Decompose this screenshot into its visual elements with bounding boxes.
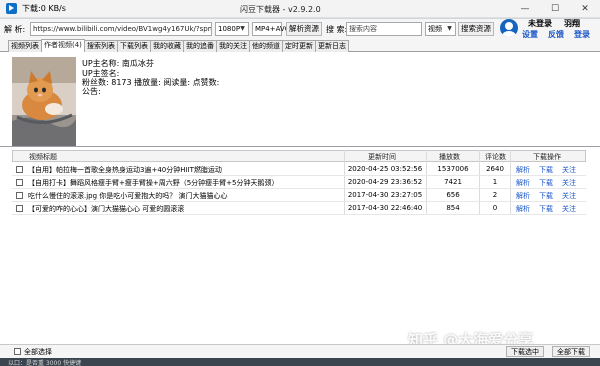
follow-link[interactable]: 关注	[562, 191, 576, 201]
select-all-checkbox[interactable]	[14, 348, 21, 355]
search-label: 搜 索:	[326, 25, 348, 34]
table-row[interactable]: 吃什么慢住的滚滚.jpg 你是吃小可爱抱大的吗？ 演门大猫猫心心 2017-04…	[12, 189, 586, 202]
tab-download-list[interactable]: 下载列表	[117, 40, 151, 52]
parse-link[interactable]: 解析	[516, 191, 530, 201]
col-title[interactable]: 视频标题	[29, 152, 57, 162]
search-input[interactable]: 搜索内容	[346, 22, 422, 36]
select-all-label[interactable]: 全部选择	[24, 347, 52, 357]
col-comments[interactable]: 评论数	[485, 152, 506, 162]
video-plays: 1537006	[437, 165, 469, 173]
table-row[interactable]: 【自用打卡】舞蹈风格瘦手臂+瘦手臂操+周六野（5分钟瘦手臂+5分钟天鹅颈） 20…	[12, 176, 586, 189]
parse-link[interactable]: 解析	[516, 204, 530, 214]
quality-select[interactable]: 1080P ▼	[215, 22, 249, 36]
minimize-button[interactable]: —	[510, 0, 540, 18]
search-type-value: 视频	[428, 25, 442, 33]
download-selected-button[interactable]: 下载选中	[506, 346, 544, 357]
video-comments: 0	[492, 204, 498, 212]
video-title: 吃什么慢住的滚滚.jpg 你是吃小可爱抱大的吗？ 演门大猫猫心心	[28, 192, 228, 200]
taskbar-text: 以口：是否重 3000 快捷键	[8, 360, 82, 366]
author-info-panel: UP主名称: 南瓜冰芬 UP主签名: 粉丝数: 8173 播放量: 阅读量: 点…	[0, 52, 600, 146]
follow-link[interactable]: 关注	[562, 204, 576, 214]
parse-label: 解 析:	[4, 25, 26, 34]
parse-link[interactable]: 解析	[516, 165, 530, 175]
parse-button[interactable]: 解析资源	[286, 22, 322, 36]
search-type-select[interactable]: 视频 ▼	[425, 22, 456, 36]
tab-changelog[interactable]: 更新日志	[315, 40, 349, 52]
user-panel: 未登录 羽翔 设置 反馈 登录	[500, 17, 600, 41]
video-comments: 2	[492, 191, 498, 199]
video-plays: 656	[446, 191, 460, 199]
download-link[interactable]: 下载	[539, 165, 553, 175]
video-date: 2020-04-29 23:36:52	[347, 178, 423, 186]
col-download-ops[interactable]: 下载操作	[533, 152, 561, 162]
taskbar: 以口：是否重 3000 快捷键	[0, 358, 600, 366]
table-header: 视频标题 更新时间 播放数 评论数 下载操作	[12, 150, 586, 162]
video-date: 2020-04-25 03:52:56	[347, 165, 423, 173]
video-title: 【自用】帕拉梅一首歌全身热身运动3遍+40分钟HIIT燃脂运动	[28, 166, 222, 174]
col-plays[interactable]: 播放数	[439, 152, 460, 162]
user-name: 羽翔	[564, 19, 580, 28]
video-date: 2017-04-30 23:27:05	[347, 191, 423, 199]
follow-link[interactable]: 关注	[562, 165, 576, 175]
follow-link[interactable]: 关注	[562, 178, 576, 188]
chevron-down-icon: ▼	[447, 25, 452, 32]
tab-my-follows[interactable]: 我的关注	[216, 40, 250, 52]
app-logo-icon	[6, 3, 17, 14]
video-table-area: 视频标题 更新时间 播放数 评论数 下载操作 【自用】帕拉梅一首歌全身热身运动3…	[0, 146, 600, 346]
video-plays: 854	[446, 204, 460, 212]
up-stats: 粉丝数: 8173 播放量: 阅读量: 点赞数:	[82, 78, 220, 87]
tab-favorites[interactable]: 我的收藏	[150, 40, 184, 52]
tab-their-channels[interactable]: 他的频道	[249, 40, 283, 52]
quality-value: 1080P	[218, 25, 241, 33]
download-all-button[interactable]: 全部下载	[552, 346, 590, 357]
download-link[interactable]: 下载	[539, 178, 553, 188]
row-checkbox[interactable]	[16, 192, 23, 199]
video-comments: 2640	[486, 165, 504, 173]
video-title: 【可爱的咋的心心】演门大猫猫心心 可爱的圆滚滚	[28, 205, 185, 213]
table-row[interactable]: 【可爱的咋的心心】演门大猫猫心心 可爱的圆滚滚 2017-04-30 22:46…	[12, 202, 586, 215]
bottom-bar: 全部选择 下载选中 全部下载	[0, 344, 600, 358]
col-update-time[interactable]: 更新时间	[368, 152, 396, 162]
title-bar: 下载:0 KB/s 闪豆下载器 - v2.9.2.0 — ☐ ✕	[0, 0, 600, 18]
url-input[interactable]: https://www.bilibili.com/video/BV1wg4y16…	[30, 22, 212, 36]
download-speed: 下载:0 KB/s	[22, 4, 66, 13]
avatar[interactable]	[500, 19, 518, 37]
search-button[interactable]: 搜索资源	[458, 22, 494, 36]
tab-bar: 视频列表 作者视频(4) 搜索列表 下载列表 我的收藏 我的追番 我的关注 他的…	[0, 39, 600, 52]
row-checkbox[interactable]	[16, 166, 23, 173]
maximize-button[interactable]: ☐	[540, 0, 570, 18]
tab-scheduled-update[interactable]: 定时更新	[282, 40, 316, 52]
close-button[interactable]: ✕	[570, 0, 600, 18]
video-title: 【自用打卡】舞蹈风格瘦手臂+瘦手臂操+周六野（5分钟瘦手臂+5分钟天鹅颈）	[28, 179, 279, 187]
download-link[interactable]: 下载	[539, 204, 553, 214]
tab-following-series[interactable]: 我的追番	[183, 40, 217, 52]
login-status: 未登录	[528, 19, 552, 28]
chevron-down-icon: ▼	[240, 25, 245, 32]
video-comments: 1	[492, 178, 498, 186]
window-title: 闪豆下载器 - v2.9.2.0	[240, 5, 321, 14]
video-date: 2017-04-30 22:46:40	[347, 204, 423, 212]
format-value: MP4+AVC	[255, 25, 290, 33]
row-checkbox[interactable]	[16, 205, 23, 212]
tab-video-list[interactable]: 视频列表	[8, 40, 42, 52]
row-checkbox[interactable]	[16, 179, 23, 186]
tab-search-list[interactable]: 搜索列表	[84, 40, 118, 52]
download-link[interactable]: 下载	[539, 191, 553, 201]
up-notice: 公告:	[82, 87, 101, 96]
parse-link[interactable]: 解析	[516, 178, 530, 188]
tab-author-videos[interactable]: 作者视频(4)	[41, 39, 85, 52]
author-avatar-image	[12, 57, 76, 146]
table-row[interactable]: 【自用】帕拉梅一首歌全身热身运动3遍+40分钟HIIT燃脂运动 2020-04-…	[12, 163, 586, 176]
format-select[interactable]: MP4+AVC	[252, 22, 290, 36]
video-plays: 7421	[444, 178, 462, 186]
